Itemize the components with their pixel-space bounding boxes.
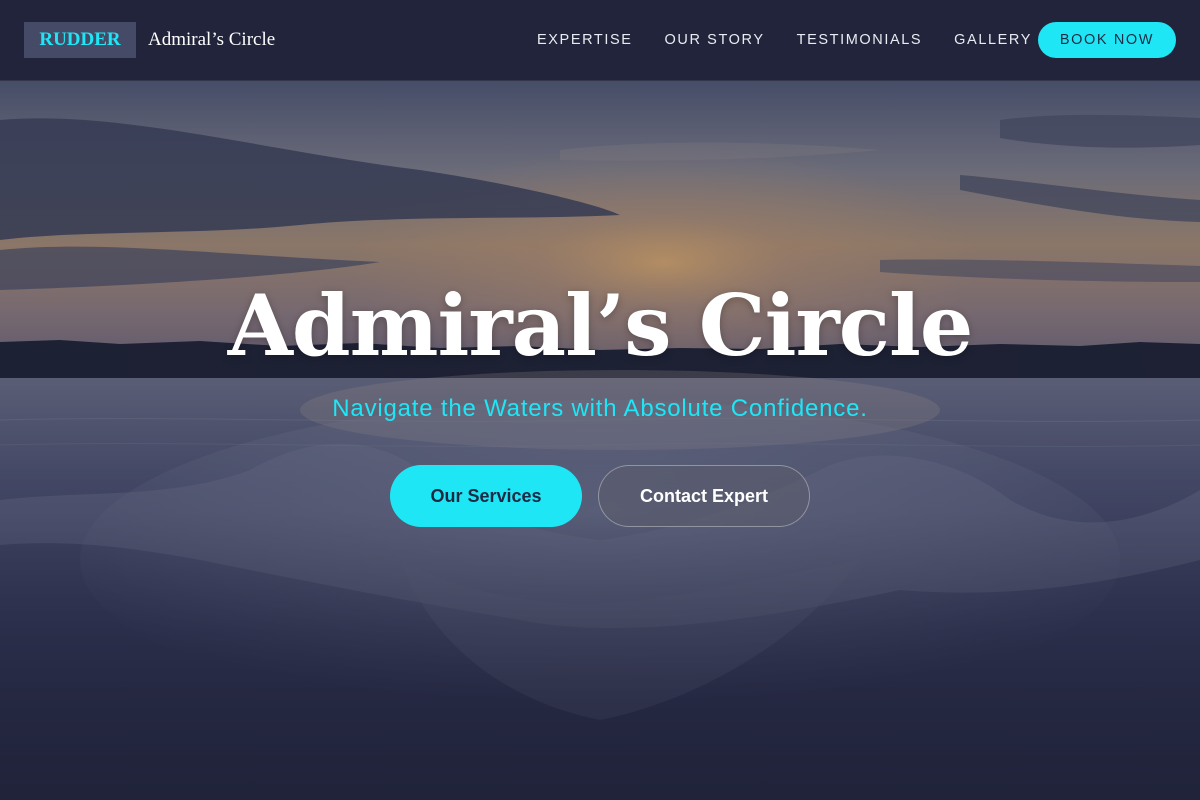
contact-expert-button[interactable]: Contact Expert (598, 465, 810, 527)
hero-subtitle: Navigate the Waters with Absolute Confid… (332, 395, 868, 422)
nav-link-our-story[interactable]: OUR STORY (665, 30, 765, 50)
our-services-button[interactable]: Our Services (390, 465, 582, 527)
logo[interactable]: RUDDER (24, 22, 136, 58)
nav-link-testimonials[interactable]: TESTIMONIALS (797, 30, 923, 50)
brand-name[interactable]: Admiral’s Circle (148, 29, 275, 51)
navbar: RUDDER Admiral’s Circle EXPERTISE OUR ST… (0, 0, 1200, 81)
nav-links: EXPERTISE OUR STORY TESTIMONIALS GALLERY (537, 30, 1064, 50)
hero-title: Admiral’s Circle (227, 276, 974, 375)
brand[interactable]: RUDDER Admiral’s Circle (24, 22, 275, 58)
nav-link-expertise[interactable]: EXPERTISE (537, 30, 633, 50)
page: RUDDER Admiral’s Circle EXPERTISE OUR ST… (0, 0, 1200, 800)
book-now-button[interactable]: BOOK NOW (1038, 22, 1176, 58)
nav-link-gallery[interactable]: GALLERY (954, 30, 1032, 50)
